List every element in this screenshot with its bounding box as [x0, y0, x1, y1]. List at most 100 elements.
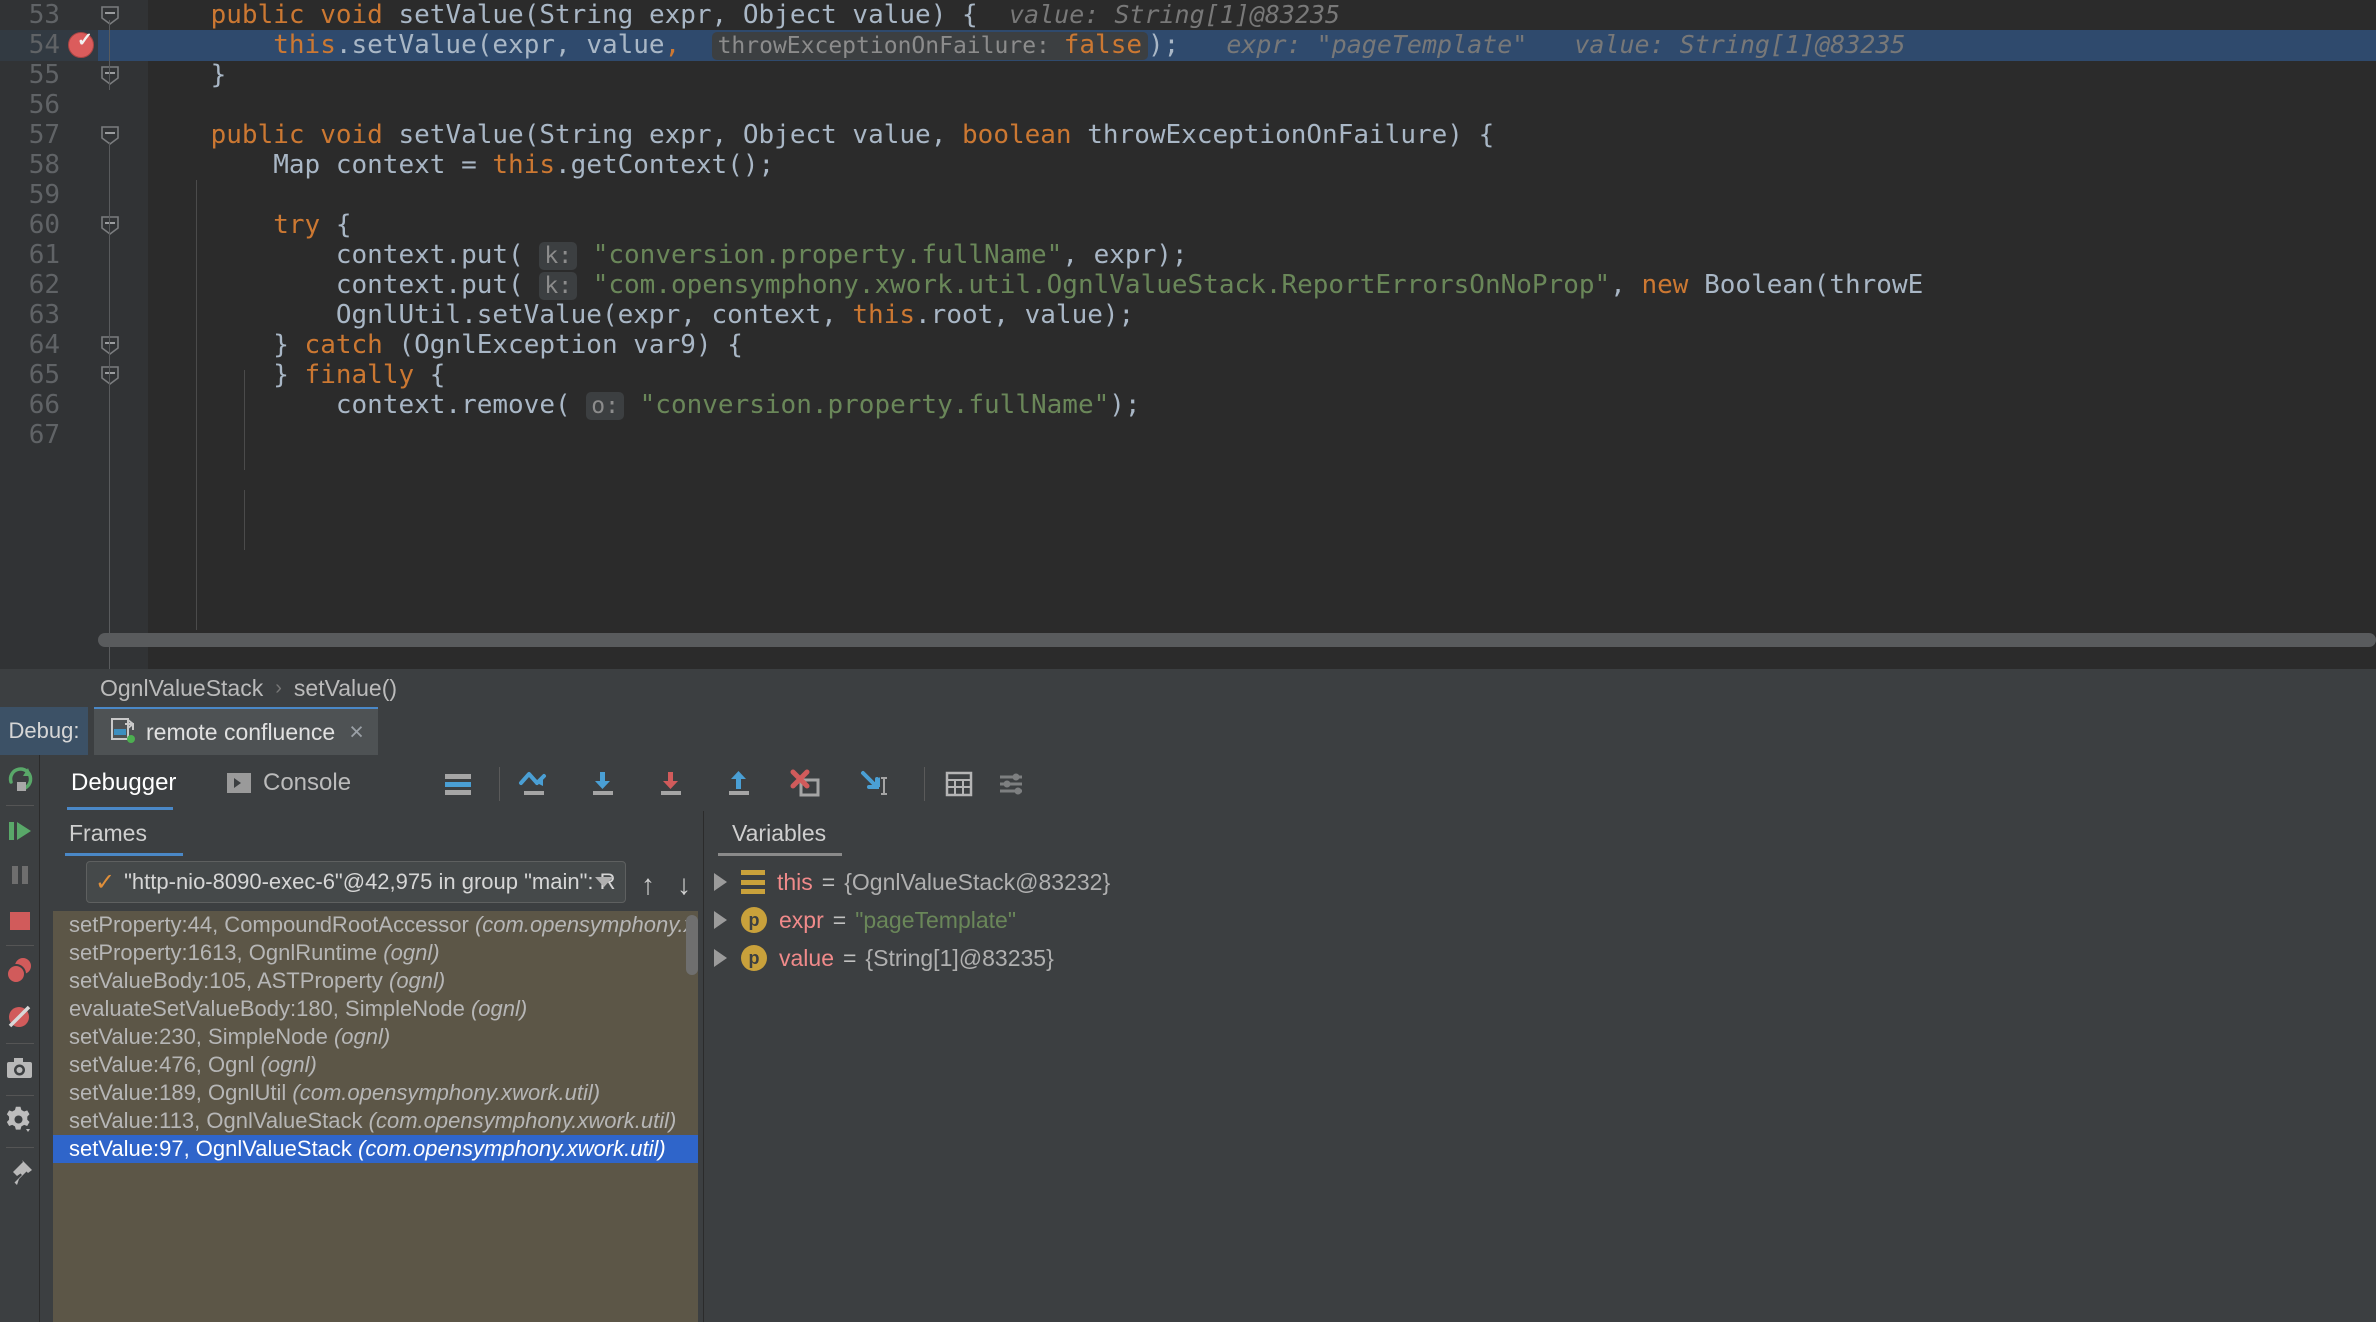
- line-number: 63: [28, 300, 60, 330]
- line-number: 57: [28, 120, 60, 150]
- thread-selector[interactable]: ✓ "http-nio-8090-exec-6"@42,975 in group…: [86, 861, 626, 903]
- frame-list-item[interactable]: setValueBody:105, ASTProperty (ognl): [53, 967, 698, 995]
- fold-collapse-icon[interactable]: [98, 124, 122, 152]
- editor-horizontal-scrollbar[interactable]: [98, 633, 2376, 647]
- rerun-button[interactable]: [4, 763, 36, 795]
- stop-button[interactable]: [4, 905, 36, 937]
- code-line[interactable]: public void setValue(String expr, Object…: [148, 120, 1495, 150]
- console-icon: [226, 770, 252, 796]
- drop-frame-icon[interactable]: [790, 769, 824, 799]
- fold-collapse-icon[interactable]: [98, 214, 122, 242]
- code-line[interactable]: Map context = this.getContext();: [148, 150, 774, 180]
- indent-guide: [196, 400, 197, 630]
- pause-program-button[interactable]: [4, 859, 36, 891]
- code-line[interactable]: OgnlUtil.setValue(expr, context, this.ro…: [148, 300, 1134, 330]
- frame-package: (ognl): [383, 940, 440, 965]
- breadcrumb-separator-icon: ›: [275, 676, 282, 699]
- tab-debugger[interactable]: Debugger: [71, 755, 176, 811]
- step-over-icon[interactable]: [518, 769, 552, 799]
- frame-package: (com.opensymphony.xwork.util): [474, 912, 698, 937]
- line-number: 59: [28, 180, 60, 210]
- thread-selector-value: "http-nio-8090-exec-6"@42,975 in group "…: [124, 869, 617, 894]
- variable-row[interactable]: p value = {String[1]@83235}: [714, 939, 1054, 977]
- code-line[interactable]: public void setValue(String expr, Object…: [148, 0, 1341, 30]
- code-editor[interactable]: 53 public void setValue(String expr, Obj…: [0, 0, 2376, 669]
- close-icon[interactable]: ×: [349, 718, 364, 747]
- variable-equals: =: [842, 944, 857, 971]
- tab-console[interactable]: Console: [226, 755, 351, 811]
- mute-breakpoints-button[interactable]: [4, 1001, 36, 1033]
- view-breakpoints-button[interactable]: [4, 955, 36, 987]
- code-line[interactable]: context.remove( o: "conversion.property.…: [148, 390, 1141, 420]
- code-line[interactable]: }: [148, 60, 227, 90]
- variable-row[interactable]: p expr = "pageTemplate": [714, 901, 1016, 939]
- run-config-name: remote confluence: [146, 718, 336, 745]
- fold-collapse-icon[interactable]: [98, 4, 122, 32]
- resume-program-button[interactable]: [4, 815, 36, 847]
- expand-arrow-icon[interactable]: [714, 949, 727, 967]
- thread-running-icon: ✓: [95, 868, 116, 896]
- snapshot-button[interactable]: [4, 1053, 36, 1085]
- settings-button[interactable]: [4, 1105, 36, 1137]
- fold-collapse-icon[interactable]: [98, 334, 122, 362]
- variable-row[interactable]: this = {OgnlValueStack@83232}: [714, 863, 1110, 901]
- code-line[interactable]: context.put( k: "com.opensymphony.xwork.…: [148, 270, 1923, 300]
- fold-region-line: [109, 142, 110, 669]
- code-line[interactable]: } catch (OgnlException var9) {: [148, 330, 743, 360]
- code-line[interactable]: context.put( k: "conversion.property.ful…: [148, 240, 1188, 270]
- run-configuration-tab[interactable]: remote confluence ×: [94, 707, 378, 755]
- tab-variables-label: Variables: [732, 819, 827, 846]
- frame-list-item[interactable]: setProperty:1613, OgnlRuntime (ognl): [53, 939, 698, 967]
- fold-collapse-icon[interactable]: [98, 64, 122, 92]
- line-number: 54: [28, 30, 60, 60]
- frame-package: (com.opensymphony.xwork.util): [368, 1108, 677, 1133]
- frame-package: (ognl): [260, 1052, 317, 1077]
- breakpoint-icon[interactable]: ✓: [68, 30, 96, 60]
- frame-package: (com.opensymphony.xwork.util): [358, 1136, 666, 1161]
- frames-scrollbar-thumb[interactable]: [686, 915, 698, 975]
- frame-down-button[interactable]: ↓: [677, 869, 691, 901]
- debug-window-label: Debug:: [0, 707, 88, 755]
- expand-arrow-icon[interactable]: [714, 911, 727, 929]
- breadcrumb-method[interactable]: setValue(): [294, 675, 397, 702]
- frame-list-item[interactable]: evaluateSetValueBody:180, SimpleNode (og…: [53, 995, 698, 1023]
- indent-guide: [244, 370, 245, 470]
- frame-list-item[interactable]: setValue:113, OgnlValueStack (com.opensy…: [53, 1107, 698, 1135]
- step-into-icon[interactable]: [586, 769, 620, 799]
- frame-list-item[interactable]: setValue:189, OgnlUtil (com.opensymphony…: [53, 1079, 698, 1107]
- line-number: 65: [28, 360, 60, 390]
- variable-equals: =: [821, 868, 836, 895]
- settings-list-icon[interactable]: [996, 769, 1030, 799]
- step-out-icon[interactable]: [722, 769, 756, 799]
- chevron-down-icon[interactable]: [595, 877, 613, 887]
- frame-list-item[interactable]: setProperty:44, CompoundRootAccessor (co…: [53, 911, 698, 939]
- fold-collapse-icon[interactable]: [98, 364, 122, 392]
- frame-list-item[interactable]: setValue:97, OgnlValueStack (com.opensym…: [53, 1135, 698, 1163]
- frame-up-button[interactable]: ↑: [641, 869, 655, 901]
- code-line[interactable]: try {: [148, 210, 351, 240]
- tab-frames[interactable]: Frames: [69, 811, 147, 855]
- frame-list-item[interactable]: setValue:230, SimpleNode (ognl): [53, 1023, 698, 1051]
- run-to-cursor-icon[interactable]: [858, 769, 892, 799]
- force-step-into-icon[interactable]: [654, 769, 688, 799]
- tab-frames-label: Frames: [69, 819, 147, 846]
- layout-settings-icon[interactable]: [441, 769, 475, 799]
- variables-pane: Variables this = {OgnlValueStack@83232} p ex…: [703, 811, 2376, 1322]
- run-config-icon: [108, 716, 136, 749]
- tab-frames-underline: [65, 853, 183, 856]
- pin-tab-button[interactable]: [4, 1157, 36, 1189]
- expand-arrow-icon[interactable]: [714, 873, 727, 891]
- frames-list[interactable]: setProperty:44, CompoundRootAccessor (co…: [53, 911, 698, 1322]
- variable-value: "pageTemplate": [855, 906, 1017, 933]
- editor-code-area[interactable]: 53 public void setValue(String expr, Obj…: [0, 0, 2376, 669]
- debugger-toolbar: Debugger Console: [41, 755, 2376, 811]
- evaluate-expression-icon[interactable]: [943, 769, 977, 799]
- frame-list-item[interactable]: setValue:476, Ognl (ognl): [53, 1051, 698, 1079]
- frame-package: (ognl): [389, 968, 446, 993]
- code-line[interactable]: } finally {: [148, 360, 445, 390]
- editor-hscroll-thumb[interactable]: [98, 633, 2376, 647]
- breadcrumb-class[interactable]: OgnlValueStack: [100, 675, 263, 702]
- code-line[interactable]: this.setValue(expr, value, throwExceptio…: [148, 30, 1905, 60]
- tab-variables[interactable]: Variables: [732, 811, 826, 855]
- line-number: 61: [28, 240, 60, 270]
